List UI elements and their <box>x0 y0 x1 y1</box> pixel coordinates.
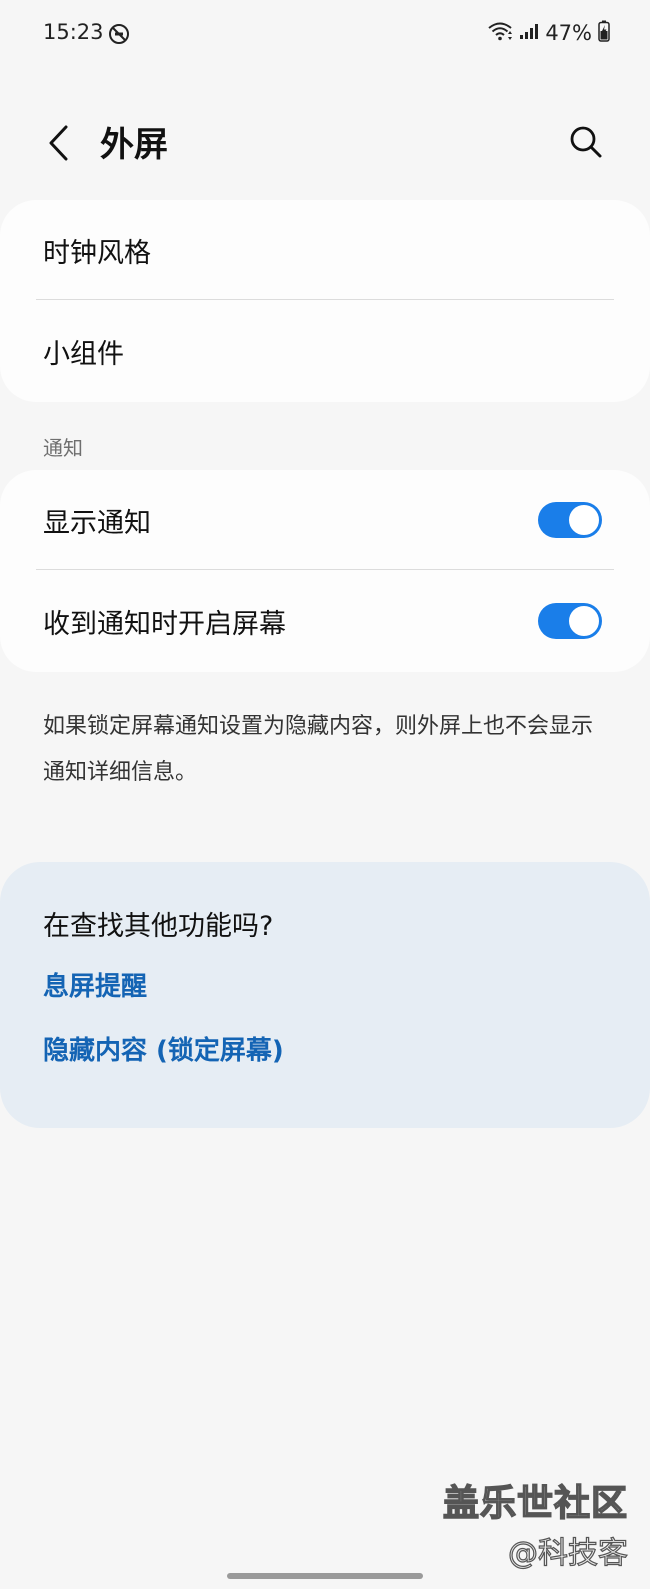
watermark-handle: @科技客 <box>507 1535 628 1571</box>
widgets-label: 小组件 <box>43 338 124 370</box>
battery-percent: 47% <box>545 21 592 45</box>
show-notifications-toggle[interactable] <box>538 502 602 538</box>
suggestions-title: 在查找其他功能吗? <box>43 911 274 942</box>
clock-style-item[interactable]: 时钟风格 <box>0 200 650 300</box>
page-title: 外屏 <box>100 125 168 165</box>
signal-icon <box>519 22 539 44</box>
search-icon <box>569 125 603 163</box>
toggle-knob <box>568 504 600 536</box>
notifications-section-header: 通知 <box>43 436 83 460</box>
show-notifications-item[interactable]: 显示通知 <box>0 470 650 570</box>
wifi-icon <box>487 20 513 46</box>
do-not-disturb-icon <box>108 23 130 45</box>
app-bar: 外屏 <box>0 100 650 190</box>
back-button[interactable] <box>40 120 76 170</box>
divider <box>36 299 614 300</box>
hide-content-link[interactable]: 隐藏内容 (锁定屏幕) <box>43 1030 284 1067</box>
wake-screen-label: 收到通知时开启屏幕 <box>43 608 286 640</box>
battery-charging-icon <box>598 20 610 46</box>
divider <box>36 569 614 570</box>
display-settings-card: 时钟风格 小组件 <box>0 200 650 402</box>
status-bar: 15:23 47% <box>0 0 650 70</box>
wake-screen-item[interactable]: 收到通知时开启屏幕 <box>0 571 650 671</box>
suggestions-card: 在查找其他功能吗? 息屏提醒 隐藏内容 (锁定屏幕) <box>0 862 650 1128</box>
watermark-title: 盖乐世社区 <box>442 1482 628 1525</box>
notifications-card: 显示通知 收到通知时开启屏幕 <box>0 470 650 672</box>
aod-reminder-link[interactable]: 息屏提醒 <box>43 966 147 1003</box>
widgets-item[interactable]: 小组件 <box>0 301 650 401</box>
show-notifications-label: 显示通知 <box>43 507 151 539</box>
toggle-knob <box>568 605 600 637</box>
wake-screen-toggle[interactable] <box>538 603 602 639</box>
home-indicator[interactable] <box>227 1573 423 1579</box>
chevron-left-icon <box>46 123 70 167</box>
notifications-note: 如果锁定屏幕通知设置为隐藏内容，则外屏上也不会显示通知详细信息。 <box>43 714 594 785</box>
status-time: 15:23 <box>43 20 104 44</box>
clock-style-label: 时钟风格 <box>43 237 151 269</box>
search-button[interactable] <box>564 122 608 166</box>
